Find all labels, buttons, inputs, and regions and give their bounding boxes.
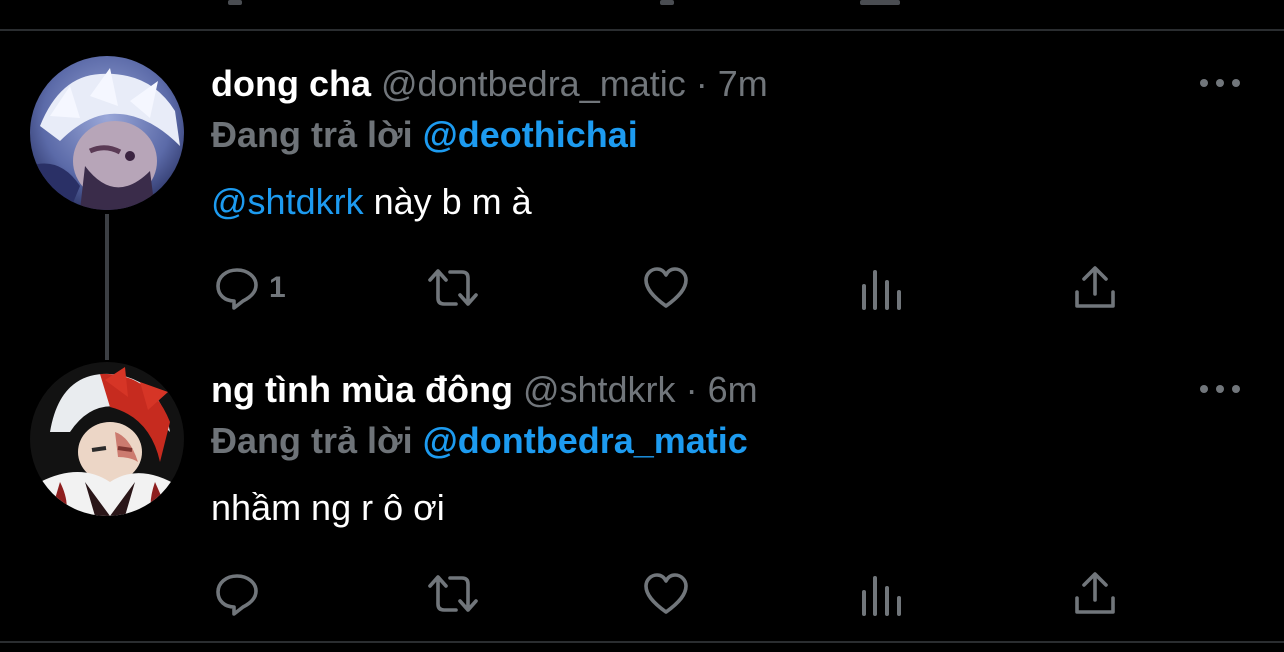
- display-name[interactable]: ng tình mùa đông: [211, 369, 513, 410]
- tweet-text-content: này b m à: [363, 181, 532, 222]
- user-handle[interactable]: @shtdkrk: [523, 369, 676, 410]
- share-icon: [1075, 266, 1115, 308]
- mention-link[interactable]: @shtdkrk: [211, 181, 364, 222]
- views-icon: [862, 270, 901, 310]
- tweet-header: dong cha @dontbedra_matic · 7m: [211, 63, 768, 105]
- replying-to: Đang trả lời @deothichai: [211, 114, 638, 156]
- reply-count: 1: [269, 271, 286, 304]
- avatar[interactable]: [30, 362, 184, 516]
- separator-dot: ·: [695, 63, 708, 104]
- like-icon: [644, 573, 688, 614]
- reply-icon: [216, 268, 258, 310]
- user-handle[interactable]: @dontbedra_matic: [381, 63, 686, 104]
- retweet-icon: [428, 269, 478, 306]
- retweet-button[interactable]: [426, 263, 480, 313]
- share-button[interactable]: [1073, 263, 1117, 313]
- display-name[interactable]: dong cha: [211, 63, 371, 104]
- previous-tweet-action-remnant: [660, 0, 674, 5]
- replying-to-handle[interactable]: @deothichai: [423, 114, 638, 155]
- separator-dot: ·: [685, 369, 698, 410]
- more-icon[interactable]: [1200, 71, 1240, 95]
- tweet-header: ng tình mùa đông @shtdkrk · 6m: [211, 369, 758, 411]
- reply-button[interactable]: [213, 569, 269, 619]
- like-button[interactable]: [642, 569, 690, 619]
- tweet-thread: dong cha @dontbedra_matic · 7m Đang trả …: [0, 0, 1284, 652]
- replying-to-label: Đang trả lời: [211, 420, 413, 461]
- like-icon: [644, 267, 688, 308]
- tweet-text: nhầm ng r ô ơi: [211, 487, 445, 528]
- share-button[interactable]: [1073, 569, 1117, 619]
- timestamp[interactable]: 7m: [718, 63, 768, 104]
- divider: [0, 29, 1284, 31]
- views-button[interactable]: [860, 263, 904, 313]
- share-icon: [1075, 572, 1115, 614]
- views-icon: [862, 576, 901, 616]
- previous-tweet-action-remnant: [860, 0, 900, 5]
- replying-to-handle[interactable]: @dontbedra_matic: [423, 420, 748, 461]
- reply-button[interactable]: 1: [213, 263, 286, 313]
- replying-to: Đang trả lời @dontbedra_matic: [211, 420, 748, 462]
- like-button[interactable]: [642, 263, 690, 313]
- tweet-text: @shtdkrk này b m à: [211, 181, 532, 223]
- timestamp[interactable]: 6m: [708, 369, 758, 410]
- tweet-actions: [0, 569, 1284, 619]
- previous-tweet-action-remnant: [228, 0, 242, 5]
- more-icon[interactable]: [1200, 377, 1240, 401]
- tweet-actions: 1: [0, 263, 1284, 313]
- avatar[interactable]: [30, 56, 184, 210]
- views-button[interactable]: [860, 569, 904, 619]
- reply-icon: [216, 574, 258, 616]
- retweet-icon: [428, 575, 478, 612]
- replying-to-label: Đang trả lời: [211, 114, 413, 155]
- divider: [0, 641, 1284, 643]
- retweet-button[interactable]: [426, 569, 480, 619]
